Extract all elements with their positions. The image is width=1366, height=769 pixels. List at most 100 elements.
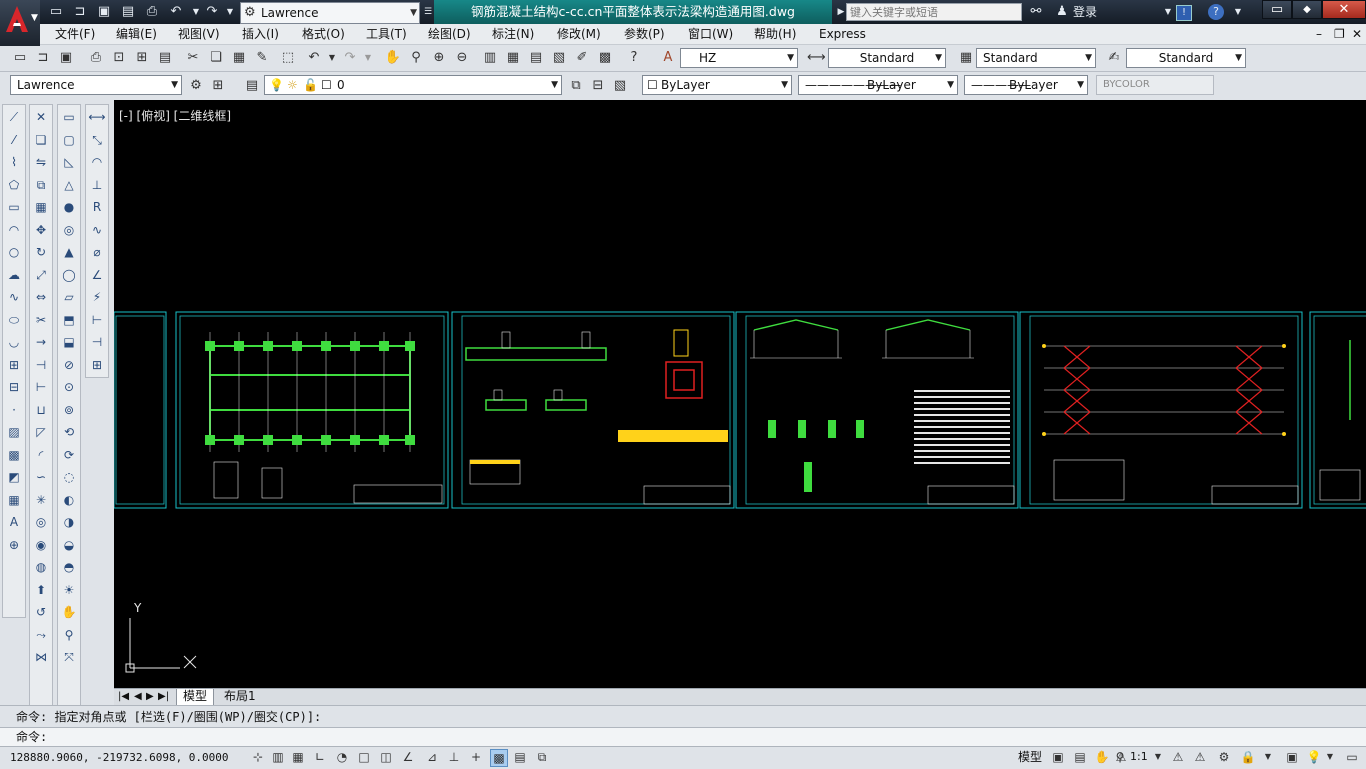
cylinder-icon[interactable]: ◎ — [60, 221, 78, 239]
sheet-set-icon[interactable]: ▧ — [549, 48, 569, 68]
quick-properties-icon[interactable]: ▤ — [512, 749, 528, 765]
pyramid-icon[interactable]: ▲ — [60, 243, 78, 261]
make-current-layer-icon[interactable]: ⧉ — [566, 76, 586, 96]
ellipse-arc-icon[interactable]: ◡ — [5, 333, 23, 351]
selection-cycling-icon[interactable]: ⧉ — [534, 749, 550, 765]
intersect-icon[interactable]: ◍ — [32, 558, 50, 576]
pan-icon[interactable]: ✋ — [60, 603, 78, 621]
linetype-select[interactable]: ———————— ByLayer ▼ — [798, 75, 958, 95]
menu-window[interactable]: 窗口(W) — [688, 26, 733, 42]
visual-style-icon[interactable]: ◐ — [60, 491, 78, 509]
markup-icon[interactable]: ✐ — [572, 48, 592, 68]
menu-edit[interactable]: 编辑(E) — [116, 26, 157, 42]
menu-format[interactable]: 格式(O) — [302, 26, 345, 42]
ellipse-icon[interactable]: ⬭ — [5, 311, 23, 329]
region-icon[interactable]: ◩ — [5, 468, 23, 486]
command-input[interactable]: 命令: — [0, 727, 1366, 747]
menu-parametric[interactable]: 参数(P) — [624, 26, 665, 42]
chamfer-icon[interactable]: ◸ — [32, 423, 50, 441]
layer-select[interactable]: 💡 ☼ 🔓 ☐ 0 ▼ — [264, 75, 562, 95]
erase-icon[interactable]: ✕ — [32, 108, 50, 126]
annotation-scale[interactable]: 1:1 — [1130, 749, 1148, 765]
dim-style-select[interactable]: Standard ▼ — [828, 48, 946, 68]
add-selected-icon[interactable]: ⊕ — [5, 536, 23, 554]
baseline-icon[interactable]: ⊢ — [88, 311, 106, 329]
application-menu-button[interactable]: ▼ — [0, 0, 40, 46]
loft-icon[interactable]: ⋈ — [32, 648, 50, 666]
quick-view-drawings-icon[interactable]: ▤ — [1072, 749, 1088, 765]
circle-icon[interactable]: ○ — [5, 243, 23, 261]
insert-block-icon[interactable]: ⊞ — [5, 356, 23, 374]
copy-icon[interactable]: ❏ — [206, 48, 226, 68]
gradient-icon[interactable]: ▩ — [5, 446, 23, 464]
fly-icon[interactable]: ⊚ — [60, 401, 78, 419]
prev-tab-icon[interactable]: ◀ — [134, 689, 142, 705]
table-style-select[interactable]: Standard ▼ — [976, 48, 1096, 68]
multileader-style-select[interactable]: Standard ▼ — [1126, 48, 1246, 68]
polygon-icon[interactable]: ⬠ — [5, 176, 23, 194]
wedge-icon[interactable]: ◺ — [60, 153, 78, 171]
light-icon[interactable]: ◓ — [60, 558, 78, 576]
doc-close-icon[interactable]: ✕ — [1352, 26, 1362, 42]
orbit-icon[interactable]: ⟲ — [60, 423, 78, 441]
menu-view[interactable]: 视图(V) — [178, 26, 220, 42]
lineweight-select[interactable]: ————— ByLayer ▼ — [964, 75, 1088, 95]
break-icon[interactable]: ⊢ — [32, 378, 50, 396]
chevron-down-icon[interactable]: ▼ — [1160, 4, 1176, 20]
isolate-objects-icon[interactable]: 💡 — [1306, 749, 1322, 765]
walk-icon[interactable]: ⊙ — [60, 378, 78, 396]
layer-state-icon[interactable]: ▧ — [610, 76, 630, 96]
presspull-icon[interactable]: ⬓ — [60, 333, 78, 351]
save-as-icon[interactable]: ▤ — [120, 4, 136, 20]
table-icon[interactable]: ▦ — [5, 491, 23, 509]
print-icon[interactable]: ⎙ — [86, 48, 106, 68]
chevron-down-icon[interactable]: ▼ — [1230, 4, 1246, 20]
menu-tools[interactable]: 工具(T) — [366, 26, 407, 42]
tab-model[interactable]: 模型 — [176, 689, 215, 706]
snap-mode-icon[interactable]: ▥ — [270, 749, 286, 765]
menu-insert[interactable]: 插入(I) — [242, 26, 279, 42]
torus-icon[interactable]: ◯ — [60, 266, 78, 284]
infer-constraints-icon[interactable]: ⊹ — [250, 749, 266, 765]
polyline-icon[interactable]: ⌇ — [5, 153, 23, 171]
point-icon[interactable]: · — [5, 401, 23, 419]
help-icon[interactable]: ? — [624, 48, 644, 68]
menu-draw[interactable]: 绘图(D) — [428, 26, 471, 42]
section-plane-icon[interactable]: ⊘ — [60, 356, 78, 374]
render-icon[interactable]: ◑ — [60, 513, 78, 531]
extrude-face-icon[interactable]: ⬒ — [60, 311, 78, 329]
transparency-icon[interactable]: ▩ — [490, 749, 508, 767]
multiline-text-icon[interactable]: A — [5, 513, 23, 531]
material-icon[interactable]: ◒ — [60, 536, 78, 554]
color-select[interactable]: ☐ ByLayer ▼ — [642, 75, 792, 95]
workspace-selector[interactable]: ⚙ Lawrence ▼ — [240, 2, 420, 24]
pan-hand-icon[interactable]: ✋ — [383, 48, 403, 68]
line-icon[interactable]: ⟋ — [5, 108, 23, 126]
menu-express[interactable]: Express — [819, 26, 866, 42]
lineweight-icon[interactable]: + — [468, 749, 484, 765]
3d-object-snap-icon[interactable]: ◫ — [378, 749, 394, 765]
dynamic-ucs-icon[interactable]: ⊿ — [424, 749, 440, 765]
block-editor-icon[interactable]: ⬚ — [278, 48, 298, 68]
navigate-icon[interactable]: ⤧ — [60, 648, 78, 666]
free-orbit-icon[interactable]: ⟳ — [60, 446, 78, 464]
blend-icon[interactable]: ∽ — [32, 468, 50, 486]
workspace-settings-icon[interactable]: ⊞ — [208, 76, 228, 96]
angular-icon[interactable]: ∠ — [88, 266, 106, 284]
print-icon[interactable]: ⎙ — [144, 4, 160, 20]
rectangle-icon[interactable]: ▭ — [5, 198, 23, 216]
print-preview-icon[interactable]: ⊡ — [109, 48, 129, 68]
save-icon[interactable]: ▣ — [96, 4, 112, 20]
copy-icon[interactable]: ❏ — [32, 131, 50, 149]
tool-palettes-icon[interactable]: ▤ — [526, 48, 546, 68]
open-folder-icon[interactable]: ⊐ — [72, 4, 88, 20]
ordinate-icon[interactable]: ⊥ — [88, 176, 106, 194]
workspace-switching-icon[interactable]: ⚙ — [1216, 749, 1232, 765]
model-space-toggle[interactable]: 模型 — [1018, 749, 1042, 765]
auto-scale-icon[interactable]: ⚠ — [1192, 749, 1208, 765]
close-window-button[interactable]: ✕ — [1322, 0, 1366, 19]
jogged-icon[interactable]: ∿ — [88, 221, 106, 239]
stretch-icon[interactable]: ⇔ — [32, 288, 50, 306]
zoom-previous-icon[interactable]: ⊖ — [452, 48, 472, 68]
mirror-icon[interactable]: ⇋ — [32, 153, 50, 171]
